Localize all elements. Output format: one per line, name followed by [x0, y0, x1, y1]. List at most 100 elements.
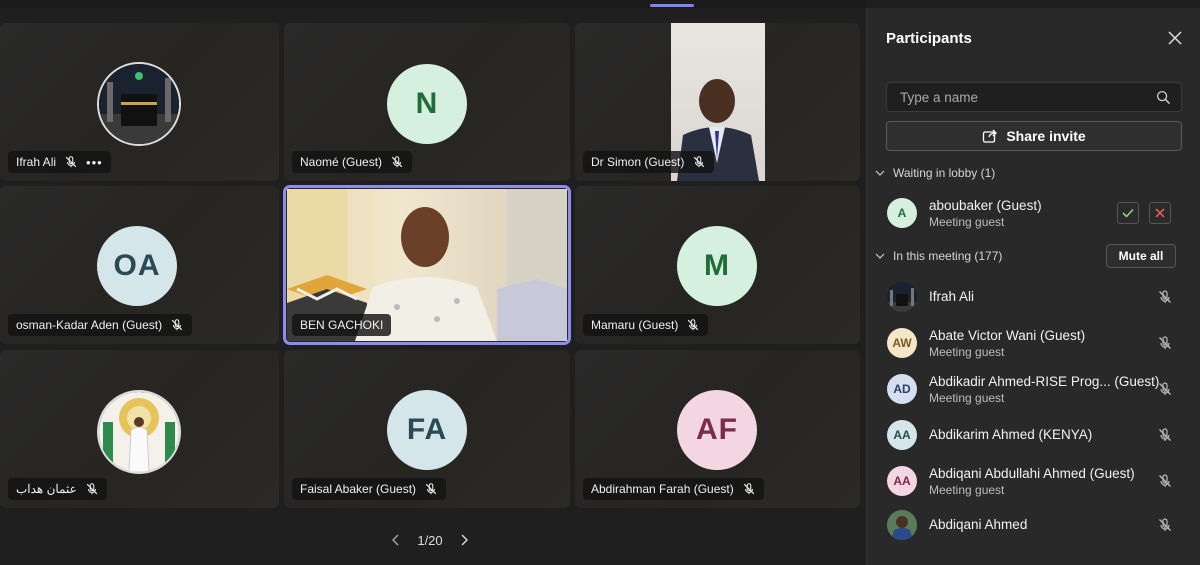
- participant-name: Ifrah Ali: [929, 289, 975, 304]
- participant-name: عثمان هداب: [16, 482, 77, 496]
- video-stage: Ifrah Ali ••• N Naomé (Guest) Dr Simon (…: [0, 8, 866, 565]
- participant-row[interactable]: Abdiqani Ahmed: [867, 506, 1200, 546]
- mic-off-icon: [425, 483, 437, 495]
- deny-button[interactable]: [1149, 202, 1171, 224]
- participant-name: BEN GACHOKI: [300, 318, 384, 332]
- chevron-down-icon: [875, 170, 885, 176]
- chevron-right-icon[interactable]: [458, 534, 470, 546]
- name-chip: BEN GACHOKI: [292, 314, 392, 336]
- participant-role: Meeting guest: [929, 391, 1005, 405]
- video-tile-naome[interactable]: N Naomé (Guest): [284, 23, 570, 181]
- participant-role: Meeting guest: [929, 483, 1005, 497]
- pager: 1/20: [390, 530, 470, 550]
- checkmark-icon: [1122, 208, 1134, 218]
- name-chip: Naomé (Guest): [292, 151, 413, 173]
- avatar-initials: FA: [387, 390, 467, 470]
- participant-name: Abdiqani Abdullahi Ahmed (Guest): [929, 466, 1135, 481]
- video-tile-dr-simon[interactable]: Dr Simon (Guest): [575, 23, 860, 181]
- participant-name: Ifrah Ali: [16, 155, 57, 169]
- participant-name: Naomé (Guest): [300, 155, 383, 169]
- mute-all-button[interactable]: Mute all: [1106, 244, 1176, 268]
- avatar-initials: M: [677, 226, 757, 306]
- share-invite-label: Share invite: [1006, 128, 1086, 144]
- search-box: [886, 82, 1182, 112]
- video-tile-othman-haddab[interactable]: عثمان هداب: [0, 350, 279, 508]
- participant-name: Dr Simon (Guest): [591, 155, 685, 169]
- mic-off-icon: [86, 483, 97, 495]
- mic-off-icon: [1159, 428, 1171, 441]
- lobby-row[interactable]: A aboubaker (Guest) Meeting guest: [867, 194, 1200, 234]
- participant-row[interactable]: AA Abdiqani Abdullahi Ahmed (Guest) Meet…: [867, 462, 1200, 502]
- participant-name: Abdikarim Ahmed (KENYA): [929, 427, 1093, 442]
- more-options-icon[interactable]: •••: [86, 155, 103, 170]
- mic-off-icon: [1159, 336, 1171, 349]
- video-tile-abdirahman-farah[interactable]: AF Abdirahman Farah (Guest): [575, 350, 860, 508]
- panel-title: Participants: [886, 30, 972, 47]
- avatar-initials: N: [387, 64, 467, 144]
- mic-off-icon: [65, 156, 77, 168]
- video-tile-ben-gachoki[interactable]: BEN GACHOKI: [283, 185, 571, 345]
- avatar-photo: [887, 510, 917, 540]
- name-chip: osman-Kadar Aden (Guest): [8, 314, 193, 336]
- avatar: AA: [887, 420, 917, 450]
- participant-name: Faisal Abaker (Guest): [300, 482, 417, 496]
- lobby-label: Waiting in lobby (1): [893, 166, 996, 180]
- mic-off-icon: [1159, 290, 1171, 303]
- search-input[interactable]: [898, 88, 1152, 106]
- mic-off-icon: [1159, 518, 1171, 531]
- mic-off-icon: [743, 483, 754, 495]
- mic-off-icon: [171, 319, 183, 331]
- chevron-left-icon[interactable]: [390, 534, 402, 546]
- mic-off-icon: [391, 156, 403, 168]
- avatar: AA: [887, 466, 917, 496]
- name-chip: Faisal Abaker (Guest): [292, 478, 447, 500]
- video-tile-faisal-abaker[interactable]: FA Faisal Abaker (Guest): [284, 350, 570, 508]
- name-chip: Dr Simon (Guest): [583, 151, 715, 173]
- view-indicator: [650, 4, 694, 7]
- mic-off-icon: [688, 319, 699, 331]
- mic-off-icon: [1159, 474, 1171, 487]
- participant-row[interactable]: Ifrah Ali: [867, 278, 1200, 318]
- avatar-initials: OA: [97, 226, 177, 306]
- avatar-photo: [887, 282, 917, 312]
- chevron-down-icon: [875, 253, 885, 259]
- participant-name: Mamaru (Guest): [591, 318, 679, 332]
- name-chip: Mamaru (Guest): [583, 314, 709, 336]
- search-icon[interactable]: [1156, 90, 1171, 105]
- close-icon: [1155, 208, 1165, 218]
- name-chip: Abdirahman Farah (Guest): [583, 478, 764, 500]
- participant-name: Abdikadir Ahmed-RISE Prog... (Guest): [929, 374, 1160, 389]
- lobby-section-header[interactable]: Waiting in lobby (1): [875, 166, 995, 180]
- participant-name: osman-Kadar Aden (Guest): [16, 318, 163, 332]
- participant-name: Abdirahman Farah (Guest): [591, 482, 734, 496]
- share-invite-button[interactable]: Share invite: [886, 121, 1182, 151]
- participant-name: Abdiqani Ahmed: [929, 517, 1028, 532]
- participants-panel: Participants Share invite Waiting in lob…: [866, 8, 1200, 565]
- video-tile-osman-kadar-aden[interactable]: OA osman-Kadar Aden (Guest): [0, 186, 279, 344]
- close-icon[interactable]: [1165, 28, 1185, 48]
- mic-off-icon: [1159, 382, 1171, 395]
- participant-role: Meeting guest: [929, 345, 1005, 359]
- share-icon: [983, 129, 998, 143]
- participant-row[interactable]: AA Abdikarim Ahmed (KENYA): [867, 416, 1200, 456]
- meeting-section-header[interactable]: In this meeting (177): [875, 249, 1002, 263]
- name-chip: عثمان هداب: [8, 478, 107, 500]
- participant-role: Meeting guest: [929, 215, 1005, 229]
- meeting-label: In this meeting (177): [893, 249, 1003, 263]
- video-tile-ifrah-ali[interactable]: Ifrah Ali •••: [0, 23, 279, 181]
- admit-button[interactable]: [1117, 202, 1139, 224]
- participant-name: Abate Victor Wani (Guest): [929, 328, 1086, 343]
- mic-off-icon: [694, 156, 705, 168]
- name-chip: Ifrah Ali •••: [8, 151, 111, 173]
- avatar-initials: AF: [677, 390, 757, 470]
- avatar: AD: [887, 374, 917, 404]
- page-indicator: 1/20: [417, 532, 443, 548]
- participant-row[interactable]: AD Abdikadir Ahmed-RISE Prog... (Guest) …: [867, 370, 1200, 410]
- video-tile-mamaru[interactable]: M Mamaru (Guest): [575, 186, 860, 344]
- avatar: AW: [887, 328, 917, 358]
- participant-row[interactable]: AW Abate Victor Wani (Guest) Meeting gue…: [867, 324, 1200, 364]
- avatar-photo-kaaba: [97, 62, 181, 146]
- participant-name: aboubaker (Guest): [929, 198, 1042, 213]
- avatar: A: [887, 198, 917, 228]
- avatar-photo-figure: [97, 390, 181, 474]
